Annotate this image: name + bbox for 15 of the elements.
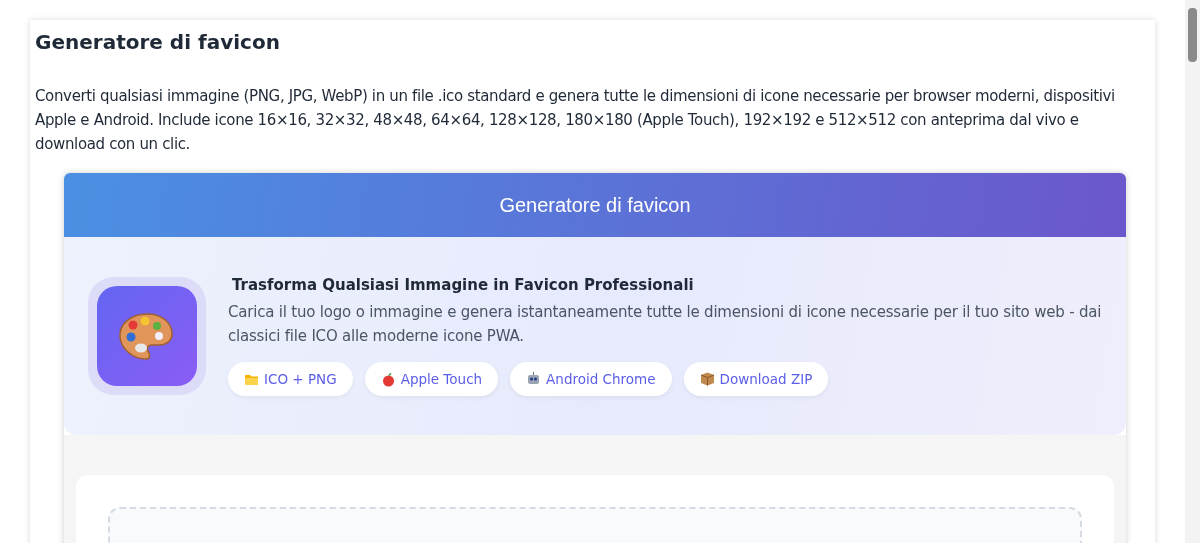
feature-badge: Apple Touch [364, 362, 499, 396]
hero-description: Carica il tuo logo o immagine e genera istantaneamente tutte le dimensioni di icone necessarie per il tuo sito web - dai classici file ICO alle moderne icone PWA. [228, 302, 1102, 347]
scrollbar[interactable] [1185, 0, 1200, 543]
feature-badge: Android Chrome [510, 362, 672, 396]
folder-icon [244, 372, 259, 386]
feature-badge: ICO + PNG [228, 362, 353, 396]
apple-icon [380, 371, 396, 387]
hero-title: Trasforma Qualsiasi Immagine in Favicon Professionali [232, 276, 695, 294]
page-description: Converti qualsiasi immagine (PNG, JPG, WebP) in un file .ico standard e genera tutte le dimensioni di icone necessarie per browser moderni, dispositivi Apple e Android. Include icone 16×16, 32×32, 48×48, 64×64, 128×128, 180×180 (Apple Touch), 192×192 e 512×512 con anteprima dal vivo e download con un clic. [35, 86, 1116, 155]
package-icon [699, 372, 715, 386]
page-title: Generatore di favicon [35, 30, 281, 54]
feature-badge: Download ZIP [683, 362, 829, 396]
robot-icon [526, 372, 542, 386]
palette-icon [97, 286, 197, 386]
tool-title: Generatore di favicon [499, 193, 691, 217]
